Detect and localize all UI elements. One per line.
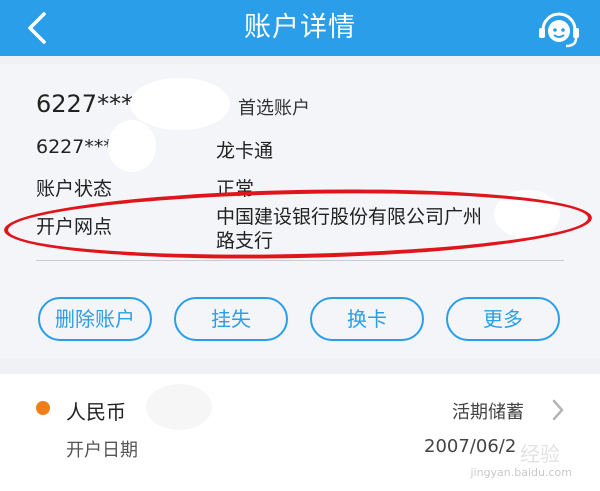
branch-label: 开户网点	[36, 216, 113, 238]
card-number-main: 6227***	[36, 90, 134, 118]
account-status-value: 正常	[216, 178, 255, 200]
currency-dot-icon	[36, 401, 50, 415]
chevron-right-icon	[552, 399, 564, 421]
card-type-value: 龙卡通	[216, 140, 274, 162]
privacy-mask	[494, 190, 560, 238]
currency-label: 人民币	[66, 400, 126, 424]
report-loss-button[interactable]: 挂失	[174, 297, 288, 341]
branch-value-line1: 中国建设银行股份有限公司广州	[216, 206, 483, 228]
account-status-label: 账户状态	[36, 178, 113, 200]
customer-service-icon[interactable]	[536, 8, 582, 50]
watermark-brand: 经验	[520, 442, 560, 466]
open-date-value: 2007/06/2	[424, 436, 517, 457]
section-divider	[36, 260, 564, 261]
page-title: 账户详情	[244, 12, 356, 43]
preferred-account-label: 首选账户	[238, 98, 310, 119]
watermark-site: jingyan.baidu.com	[470, 466, 572, 479]
privacy-mask	[130, 78, 230, 130]
deposit-type: 活期储蓄	[452, 402, 524, 423]
privacy-mask	[108, 120, 156, 172]
change-card-button[interactable]: 换卡	[310, 297, 424, 341]
top-bar: 账户详情	[0, 0, 600, 56]
card-number-sub: 6227***	[36, 136, 113, 158]
more-button[interactable]: 更多	[446, 297, 560, 341]
delete-account-button[interactable]: 删除账户	[38, 297, 152, 341]
open-date-label: 开户日期	[66, 440, 138, 461]
branch-value-line2: 路支行	[216, 230, 274, 252]
privacy-mask	[146, 384, 212, 430]
